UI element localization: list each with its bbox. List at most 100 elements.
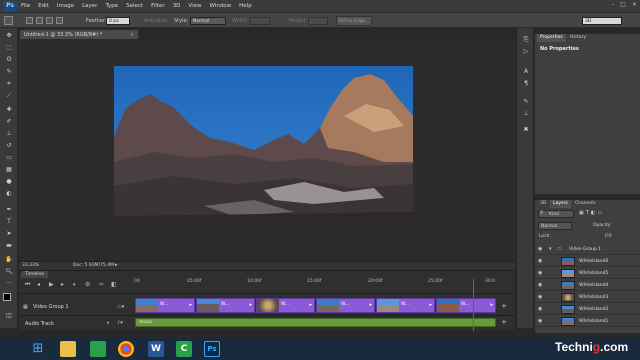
lasso-tool-icon[interactable]: ʘ [4,56,14,64]
hand-tool-icon[interactable]: ✋ [4,256,14,264]
transition-icon[interactable]: ◧ [111,281,117,288]
menu-view[interactable]: View [188,3,201,9]
menu-window[interactable]: Window [209,3,231,9]
audio-clip[interactable]: music [135,318,496,327]
path-select-tool-icon[interactable]: ➤ [4,230,14,238]
play-icon[interactable]: ▶ [49,281,54,288]
video-clip[interactable]: W... ▸ [135,298,195,313]
previous-frame-icon[interactable]: ◂ [37,281,40,288]
menu-filter[interactable]: Filter [151,3,165,9]
menu-layer[interactable]: Layer [82,3,97,9]
brush-tool-icon[interactable]: ✐ [4,118,14,126]
clip-menu-icon[interactable]: ▸ [189,302,192,308]
camtasia-icon[interactable]: C [176,341,192,357]
clone-stamp-tool-icon[interactable]: ⊥ [4,130,14,138]
history-panel-icon[interactable]: ⎘ [521,36,531,44]
refine-edge-button[interactable]: Refine Edge... [336,16,372,26]
actions-panel-icon[interactable]: ▷ [521,48,531,56]
workspace-select[interactable]: 3D [582,17,622,25]
eyedropper-tool-icon[interactable]: ⟋ [4,92,14,100]
clone-source-panel-icon[interactable]: ⊥ [521,110,531,118]
history-brush-tool-icon[interactable]: ↺ [4,142,14,150]
visibility-eye-icon[interactable]: ◉ [538,306,542,312]
menu-edit[interactable]: Edit [38,3,49,9]
visibility-eye-icon[interactable]: ◉ [538,282,542,288]
more-tools-icon[interactable]: ··· [4,280,14,288]
document-tab[interactable]: Untitled-1 @ 33.3% (RGB/8#) * × [19,29,139,40]
add-audio-icon[interactable]: + [501,318,507,326]
menu-type[interactable]: Type [105,3,118,9]
foreground-color-swatch[interactable] [3,293,11,301]
tab-3d[interactable]: 3D [537,200,549,208]
photoshop-taskbar-icon[interactable]: Ps [204,341,220,357]
split-clip-icon[interactable]: ✂ [99,281,104,288]
canvas-image[interactable] [114,66,413,233]
menu-file[interactable]: File [21,3,30,9]
character-panel-icon[interactable]: A [521,68,531,76]
video-clip[interactable]: W... ▸ [376,298,435,313]
expand-group-icon[interactable]: ▾ [549,246,552,252]
video-clip[interactable]: W... ▸ [256,298,315,313]
windows-start-icon[interactable]: ⊞ [30,341,46,357]
maximize-icon[interactable]: □ [620,1,626,8]
healing-tool-icon[interactable]: ✚ [4,106,14,114]
video-clip[interactable]: W... ▸ [436,298,496,313]
layer-row[interactable]: ◉ WhiteIsland3 [535,292,640,303]
status-menu-arrow-icon[interactable]: ▸ [115,262,118,268]
close-icon[interactable]: ✕ [632,1,637,8]
audio-toggle-icon[interactable]: 🔈︎ [73,281,77,289]
quick-select-tool-icon[interactable]: ✎ [4,68,14,76]
subtract-selection-icon[interactable] [46,17,53,24]
add-selection-icon[interactable] [36,17,43,24]
menu-image[interactable]: Image [57,3,74,9]
width-input[interactable] [250,17,270,25]
layer-row[interactable]: ◉ WhiteIsland2 [535,304,640,315]
marquee-tool-icon[interactable]: ⬚ [4,44,14,52]
clip-menu-icon[interactable]: ▸ [369,302,372,308]
mute-audio-icon[interactable]: 🔈︎ [107,320,110,326]
audio-options-icon[interactable]: ♪▾ [117,320,123,326]
add-media-icon[interactable]: + [501,302,507,310]
dodge-tool-icon[interactable]: ◐ [4,190,14,198]
tab-layers[interactable]: Layers [550,200,571,208]
height-input[interactable] [308,17,328,25]
menu-3d[interactable]: 3D [173,3,181,9]
style-select[interactable]: Normal [190,17,226,25]
tool-presets-panel-icon[interactable]: ✖ [521,126,531,134]
store-icon[interactable] [90,341,106,357]
render-settings-icon[interactable]: ⚙ [85,281,90,288]
playhead[interactable] [473,279,474,331]
layer-row[interactable]: ◉ WhiteIsland4 [535,280,640,291]
clip-menu-icon[interactable]: ▸ [249,302,252,308]
zoom-tool-icon[interactable]: 🔍︎ [4,268,14,276]
visibility-eye-icon[interactable]: ◉ [538,318,542,324]
brush-panel-icon[interactable]: ✎ [521,98,531,106]
tab-history[interactable]: History [567,34,589,42]
clip-menu-icon[interactable]: ▸ [309,302,312,308]
visibility-eye-icon[interactable]: ◉ [538,270,542,276]
type-tool-icon[interactable]: T [4,218,14,226]
gradient-tool-icon[interactable]: ▦ [4,166,14,174]
intersect-selection-icon[interactable] [56,17,63,24]
visibility-eye-icon[interactable]: ◉ [538,294,542,300]
word-icon[interactable]: W [148,341,164,357]
eraser-tool-icon[interactable]: ▭ [4,154,14,162]
track-options-icon[interactable]: ▭▾ [117,304,124,310]
goto-first-frame-icon[interactable]: ⏮ [25,281,30,289]
shape-tool-icon[interactable]: ▬ [4,242,14,250]
chrome-icon[interactable] [118,341,134,357]
tab-channels[interactable]: Channels [572,200,599,208]
marquee-tool-preset-icon[interactable] [4,16,13,25]
move-tool-icon[interactable]: ✥ [4,32,14,40]
file-explorer-icon[interactable] [60,341,76,357]
layer-filter-icons[interactable]: ▣T◧▭ [579,210,604,216]
layer-group-row[interactable]: ◉ ▾ ▭ Video Group 1 [535,244,640,255]
paragraph-panel-icon[interactable]: ¶ [521,80,531,88]
antialias-label[interactable]: Anti-alias [144,18,167,24]
blend-mode-select[interactable]: Normal [538,222,572,230]
quick-mask-icon[interactable]: ◫ [4,312,14,320]
layer-row[interactable]: ◉ WhiteIsland6 [535,256,640,267]
pen-tool-icon[interactable]: ✒ [4,206,14,214]
close-document-icon[interactable]: × [130,30,134,40]
next-frame-icon[interactable]: ▸ [61,281,64,288]
